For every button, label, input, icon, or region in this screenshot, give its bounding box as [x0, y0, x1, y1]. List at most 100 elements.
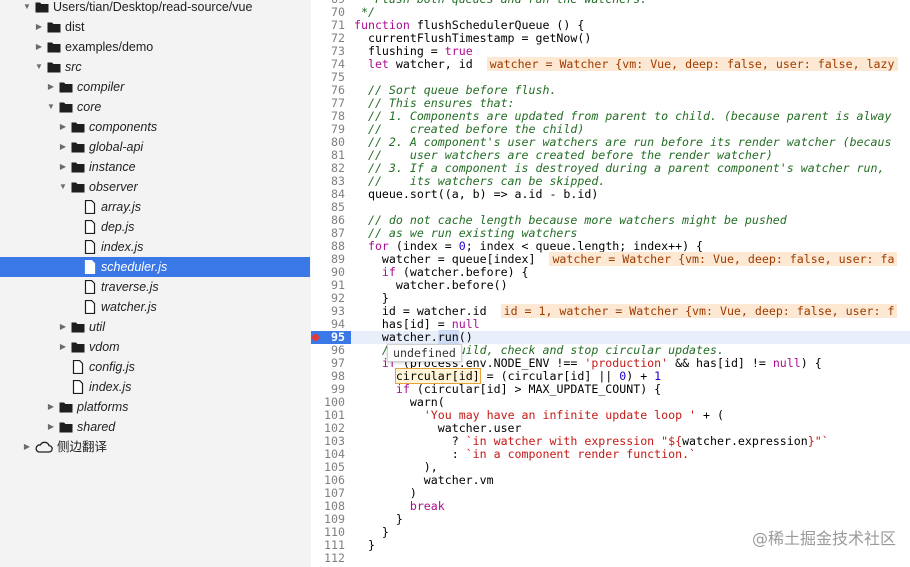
chevron-right-icon[interactable]: ▶ — [58, 337, 68, 357]
tooltip-text: undefined — [393, 346, 456, 360]
tree-folder-item[interactable]: ▼ core — [0, 97, 310, 117]
comment-token: // do not cache length because more watc… — [354, 213, 787, 227]
highlighted-expression[interactable]: circular[id] — [394, 368, 481, 384]
number-token: 1 — [654, 369, 662, 383]
code-token: ? — [354, 434, 466, 448]
tree-folder-item[interactable]: ▼ observer — [0, 177, 310, 197]
chevron-down-icon[interactable]: ▼ — [58, 177, 68, 197]
tree-item-label: compiler — [77, 80, 125, 94]
tree-item-label: src — [65, 60, 82, 74]
tree-file-item[interactable]: traverse.js — [0, 277, 310, 297]
string-token: `in watcher with expression "${ — [465, 434, 683, 448]
tree-folder-item[interactable]: ▶ 侧边翻译 — [0, 437, 310, 457]
chevron-right-icon[interactable]: ▶ — [22, 437, 32, 457]
code-token: has[id] = — [354, 317, 452, 331]
keyword-token: break — [409, 499, 445, 513]
chevron-right-icon[interactable]: ▶ — [46, 397, 56, 417]
chevron-right-icon[interactable]: ▶ — [46, 417, 56, 437]
folder-icon — [71, 342, 85, 353]
folder-icon — [47, 22, 61, 33]
tree-folder-item[interactable]: ▶ platforms — [0, 397, 310, 417]
code-token: } — [354, 538, 375, 552]
chevron-right-icon[interactable]: ▶ — [58, 137, 68, 157]
code-token: (circular[id] > MAX_UPDATE_COUNT) { — [409, 382, 662, 396]
tree-folder-item[interactable]: ▶ shared — [0, 417, 310, 437]
tree-item-label: vdom — [89, 340, 120, 354]
chevron-right-icon[interactable]: ▶ — [58, 157, 68, 177]
file-icon — [84, 280, 96, 294]
folder-icon — [59, 422, 73, 433]
code-token: flushSchedulerQueue () { — [409, 18, 585, 32]
tree-folder-item[interactable]: ▶ compiler — [0, 77, 310, 97]
tree-file-item[interactable]: index.js — [0, 377, 310, 397]
chevron-right-icon[interactable]: ▶ — [34, 37, 44, 57]
keyword-token: for — [367, 239, 389, 253]
folder-icon — [47, 42, 61, 53]
tree-folder-item[interactable]: ▶ util — [0, 317, 310, 337]
chevron-right-icon[interactable]: ▶ — [58, 317, 68, 337]
tree-folder-item[interactable]: ▶ instance — [0, 157, 310, 177]
line-number[interactable]: 112 — [311, 552, 345, 565]
folder-icon — [71, 322, 85, 333]
tree-folder-item[interactable]: ▶ dist — [0, 17, 310, 37]
tree-item-label: Users/tian/Desktop/read-source/vue — [53, 0, 253, 14]
tree-item-label: examples/demo — [65, 40, 154, 54]
tree-file-item[interactable]: index.js — [0, 237, 310, 257]
chevron-down-icon[interactable]: ▼ — [46, 97, 56, 117]
code-token: watcher.before() — [354, 278, 508, 292]
tree-item-label: instance — [89, 160, 136, 174]
tree-folder-item[interactable]: ▼ Users/tian/Desktop/read-source/vue — [0, 0, 310, 17]
comment-token: // user watchers are created before the … — [354, 148, 773, 162]
tree-folder-item[interactable]: ▶ vdom — [0, 337, 310, 357]
paused-call-highlight: run — [437, 330, 459, 344]
folder-icon — [71, 142, 85, 153]
tree-file-item[interactable]: dep.js — [0, 217, 310, 237]
string-token: 'You may have an infinite update loop ' — [423, 408, 697, 422]
chevron-right-icon[interactable]: ▶ — [34, 17, 44, 37]
chevron-down-icon[interactable]: ▼ — [22, 0, 32, 17]
tree-file-item[interactable]: array.js — [0, 197, 310, 217]
tree-item-label: scheduler.js — [101, 260, 168, 274]
code-token: watcher, id — [388, 57, 487, 71]
file-icon — [72, 380, 84, 394]
comment-token: // as we run existing watchers — [354, 226, 578, 240]
code-token: ), — [354, 460, 438, 474]
tree-folder-item[interactable]: ▶ components — [0, 117, 310, 137]
string-token: }"` — [807, 434, 829, 448]
folder-icon — [59, 82, 73, 93]
tree-file-item[interactable]: config.js — [0, 357, 310, 377]
watermark: @稀土掘金技术社区 — [751, 529, 896, 548]
tree-file-item[interactable]: scheduler.js — [0, 257, 310, 277]
code-token: ) { — [800, 356, 822, 370]
inline-debug-value[interactable]: id = 1, watcher = Watcher {vm: Vue, deep… — [500, 304, 898, 318]
inline-debug-value[interactable]: watcher = Watcher {vm: Vue, deep: false,… — [549, 252, 898, 266]
tree-file-item[interactable]: watcher.js — [0, 297, 310, 317]
keyword-token: if — [381, 265, 396, 279]
tree-folder-item[interactable]: ▶ global-api — [0, 137, 310, 157]
chevron-right-icon[interactable]: ▶ — [46, 77, 56, 97]
keyword-token: if — [395, 382, 410, 396]
tree-folder-item[interactable]: ▶ examples/demo — [0, 37, 310, 57]
code-editor[interactable]: 69 * Flush both queues and run the watch… — [311, 0, 910, 567]
chevron-down-icon[interactable]: ▼ — [34, 57, 44, 77]
folder-icon — [47, 62, 61, 73]
chevron-right-icon[interactable]: ▶ — [58, 117, 68, 137]
keyword-token: let — [367, 57, 389, 71]
code-line: 112 — [311, 552, 910, 565]
code-token: () — [458, 330, 473, 344]
comment-token: */ — [354, 5, 375, 19]
code-text: let watcher, id watcher = Watcher {vm: V… — [354, 57, 898, 71]
tree-folder-item[interactable]: ▼ src — [0, 57, 310, 77]
keyword-token: true — [444, 44, 473, 58]
folder-icon — [71, 162, 85, 173]
tree-item-label: watcher.js — [101, 300, 157, 314]
comment-token: // 3. If a component is destroyed during… — [354, 161, 885, 175]
inline-debug-value[interactable]: watcher = Watcher {vm: Vue, deep: false,… — [486, 57, 898, 71]
code-token: ) + — [626, 369, 655, 383]
folder-icon — [59, 402, 73, 413]
folder-icon — [71, 182, 85, 193]
